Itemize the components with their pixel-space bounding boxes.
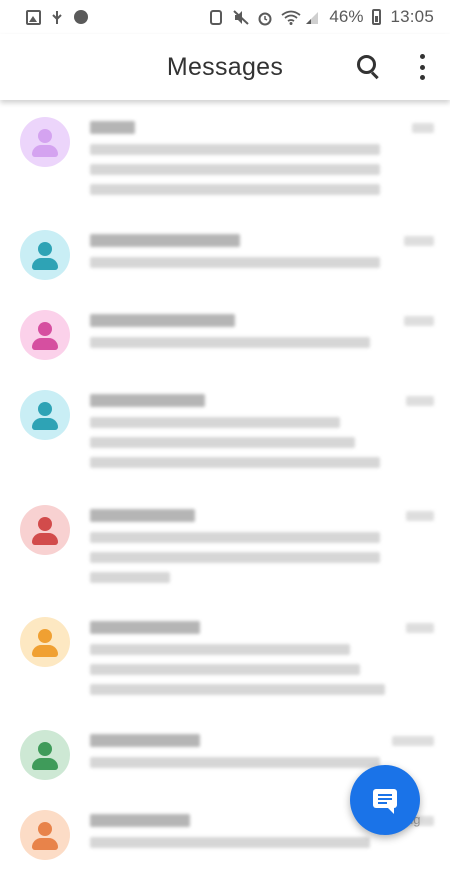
avatar <box>20 505 70 555</box>
page-title: Messages <box>166 52 284 81</box>
timestamp-redacted <box>404 236 434 246</box>
avatar <box>20 117 70 167</box>
timestamp-redacted <box>392 736 434 746</box>
timestamp-redacted <box>412 123 434 133</box>
conversation-item[interactable] <box>0 310 450 385</box>
avatar <box>20 810 70 860</box>
mute-icon <box>233 9 250 25</box>
message-preview-redacted <box>90 757 380 768</box>
app-bar: Messages <box>0 34 450 100</box>
message-preview-redacted <box>90 257 380 268</box>
conversation-item[interactable] <box>0 505 450 615</box>
message-preview-redacted <box>90 144 380 155</box>
contact-name-redacted <box>90 814 190 827</box>
message-preview-redacted <box>90 532 380 543</box>
search-icon[interactable] <box>356 54 382 80</box>
timestamp-redacted <box>406 396 434 406</box>
conversation-item[interactable] <box>0 617 450 727</box>
wifi-icon <box>281 10 301 25</box>
avatar <box>20 390 70 440</box>
image-icon <box>26 9 41 25</box>
contact-name-redacted <box>90 314 235 327</box>
battery-icon <box>372 9 382 25</box>
conversation-item[interactable] <box>0 117 450 217</box>
contact-name-redacted <box>90 621 200 634</box>
conversation-item[interactable] <box>0 230 450 310</box>
message-preview-redacted <box>90 552 380 563</box>
message-preview-redacted <box>90 644 350 655</box>
message-preview-redacted <box>90 457 380 468</box>
contact-name-redacted <box>90 121 135 134</box>
message-preview-redacted <box>90 164 380 175</box>
more-vert-icon[interactable] <box>417 54 427 80</box>
nfc-icon <box>209 9 224 25</box>
message-preview-redacted <box>90 184 380 195</box>
contact-name-redacted <box>90 394 205 407</box>
status-bar: 46% 13:05 <box>0 0 450 34</box>
message-preview-redacted <box>90 684 385 695</box>
usb-icon <box>50 10 65 25</box>
contact-name-redacted <box>90 234 240 247</box>
message-preview-redacted <box>90 437 355 448</box>
message-preview-redacted <box>90 664 360 675</box>
shazam-icon <box>74 10 88 24</box>
message-preview-redacted <box>90 417 340 428</box>
avatar <box>20 310 70 360</box>
clock: 13:05 <box>390 7 434 26</box>
timestamp-redacted <box>406 511 434 521</box>
conversation-item[interactable] <box>0 390 450 505</box>
signal-icon <box>305 10 320 25</box>
status-left-icons <box>26 9 88 25</box>
new-message-icon <box>373 789 397 814</box>
battery-percent: 46% <box>329 7 364 26</box>
message-preview-redacted <box>90 337 370 348</box>
alarm-icon <box>257 10 272 25</box>
status-right-icons: 46% 13:05 <box>209 7 434 27</box>
message-preview-redacted <box>90 572 170 583</box>
new-message-button[interactable] <box>350 765 420 835</box>
timestamp-redacted <box>406 623 434 633</box>
contact-name-redacted <box>90 509 195 522</box>
message-preview-redacted <box>90 837 370 848</box>
timestamp-redacted <box>404 316 434 326</box>
avatar <box>20 730 70 780</box>
contact-name-redacted <box>90 734 200 747</box>
avatar <box>20 617 70 667</box>
avatar <box>20 230 70 280</box>
